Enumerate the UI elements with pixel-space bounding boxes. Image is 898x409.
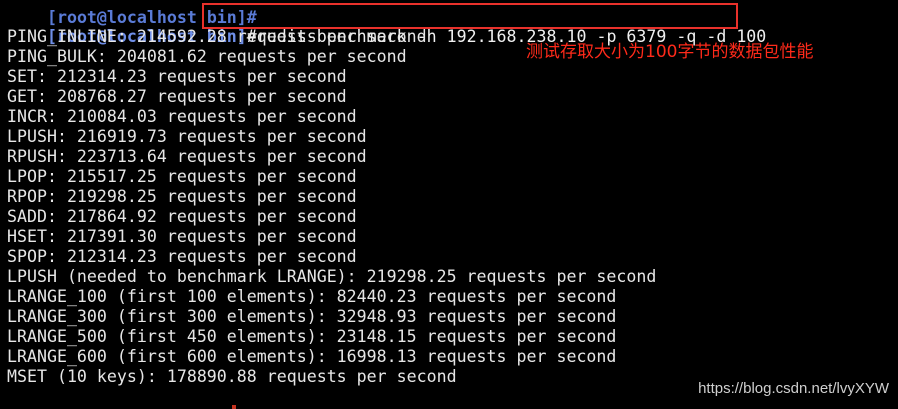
output-line-lpop: LPOP: 215517.25 requests per second: [7, 167, 357, 186]
watermark-text: https://blog.csdn.net/lvyXYW: [698, 380, 889, 397]
output-line-mset: MSET (10 keys): 178890.88 requests per s…: [7, 367, 457, 386]
output-line-lpush: LPUSH: 216919.73 requests per second: [7, 127, 367, 146]
output-line-hset: HSET: 217391.30 requests per second: [7, 227, 357, 246]
output-line-incr: INCR: 210084.03 requests per second: [7, 107, 357, 126]
output-line-spop: SPOP: 212314.23 requests per second: [7, 247, 357, 266]
output-line-get: GET: 208768.27 requests per second: [7, 87, 347, 106]
output-line-set: SET: 212314.23 requests per second: [7, 67, 347, 86]
output-line-lrange-300: LRANGE_300 (first 300 elements): 32948.9…: [7, 307, 617, 326]
terminal-window[interactable]: [root@localhost bin]# [root@localhost bi…: [0, 0, 898, 409]
command-highlight-box: [202, 3, 738, 29]
red-annotation-text: 测试存取大小为100字节的数据包性能: [526, 42, 814, 62]
output-line-rpush: RPUSH: 223713.64 requests per second: [7, 147, 367, 166]
output-line-lrange-100: LRANGE_100 (first 100 elements): 82440.2…: [7, 287, 617, 306]
output-line-ping-inline: PING_INLINE: 214592.28 requests per seco…: [7, 27, 427, 46]
output-line-lpush-lrange: LPUSH (needed to benchmark LRANGE): 2192…: [7, 267, 657, 286]
red-marker-fragment: [232, 405, 236, 409]
output-line-lrange-500: LRANGE_500 (first 450 elements): 23148.1…: [7, 327, 617, 346]
output-line-rpop: RPOP: 219298.25 requests per second: [7, 187, 357, 206]
output-line-lrange-600: LRANGE_600 (first 600 elements): 16998.1…: [7, 347, 617, 366]
output-line-ping-bulk: PING_BULK: 204081.62 requests per second: [7, 47, 407, 66]
output-line-sadd: SADD: 217864.92 requests per second: [7, 207, 357, 226]
